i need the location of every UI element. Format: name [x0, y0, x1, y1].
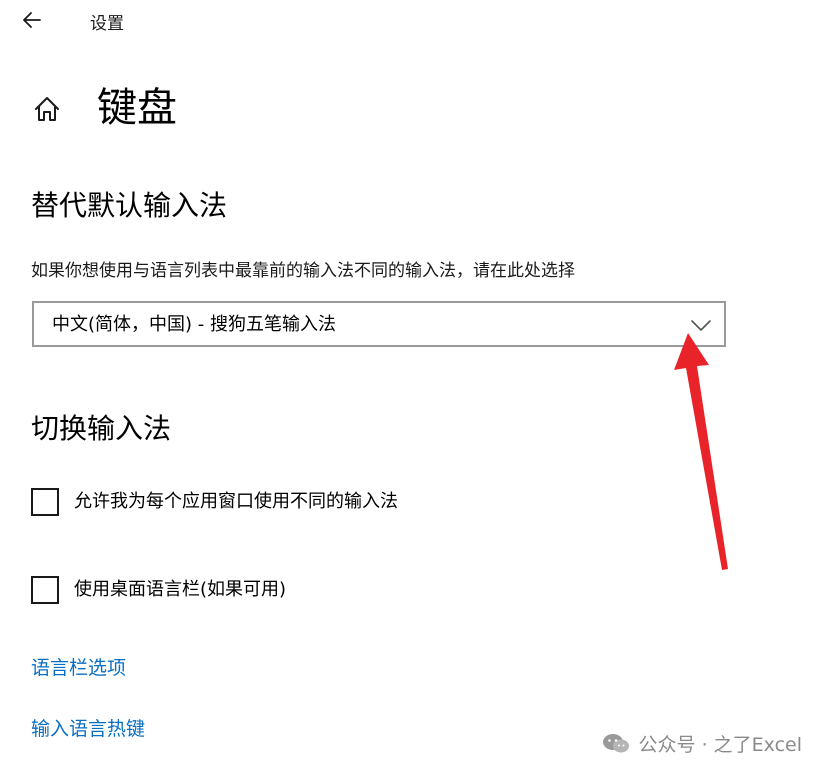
desktop-language-bar-checkbox[interactable] — [31, 576, 59, 604]
default-input-method-dropdown[interactable]: 中文(简体，中国) - 搜狗五笔输入法 — [32, 301, 726, 347]
wechat-logo-icon — [602, 734, 629, 753]
back-button[interactable] — [18, 6, 46, 34]
dropdown-selected-value: 中文(简体，中国) - 搜狗五笔输入法 — [52, 314, 336, 335]
window-title: 设置 — [90, 14, 124, 34]
override-description: 如果你想使用与语言列表中最靠前的输入法不同的输入法，请在此处选择 — [31, 261, 575, 281]
language-bar-options-link[interactable]: 语言栏选项 — [31, 654, 126, 682]
desktop-language-bar-option[interactable]: 使用桌面语言栏(如果可用) — [31, 574, 286, 606]
input-language-hotkeys-link[interactable]: 输入语言热键 — [31, 715, 145, 743]
chevron-down-icon — [691, 320, 711, 331]
override-section-title: 替代默认输入法 — [31, 189, 228, 222]
home-icon — [35, 97, 59, 121]
checkbox-label: 允许我为每个应用窗口使用不同的输入法 — [74, 491, 398, 512]
checkbox-label: 使用桌面语言栏(如果可用) — [74, 579, 287, 600]
page-title: 键盘 — [97, 85, 177, 131]
home-button[interactable] — [30, 92, 64, 126]
per-app-input-method-checkbox[interactable] — [31, 488, 59, 516]
watermark: 公众号 · 之了Excel — [601, 728, 802, 758]
per-app-input-method-option[interactable]: 允许我为每个应用窗口使用不同的输入法 — [31, 486, 398, 518]
settings-keyboard-page: 设置 键盘 替代默认输入法 如果你想使用与语言列表中最靠前的输入法不同的输入法，… — [0, 0, 826, 775]
title-bar: 设置 — [0, 0, 826, 42]
back-arrow-icon — [23, 12, 41, 28]
switch-section-title: 切换输入法 — [31, 412, 172, 445]
watermark-text: 公众号 · 之了Excel — [638, 733, 802, 756]
